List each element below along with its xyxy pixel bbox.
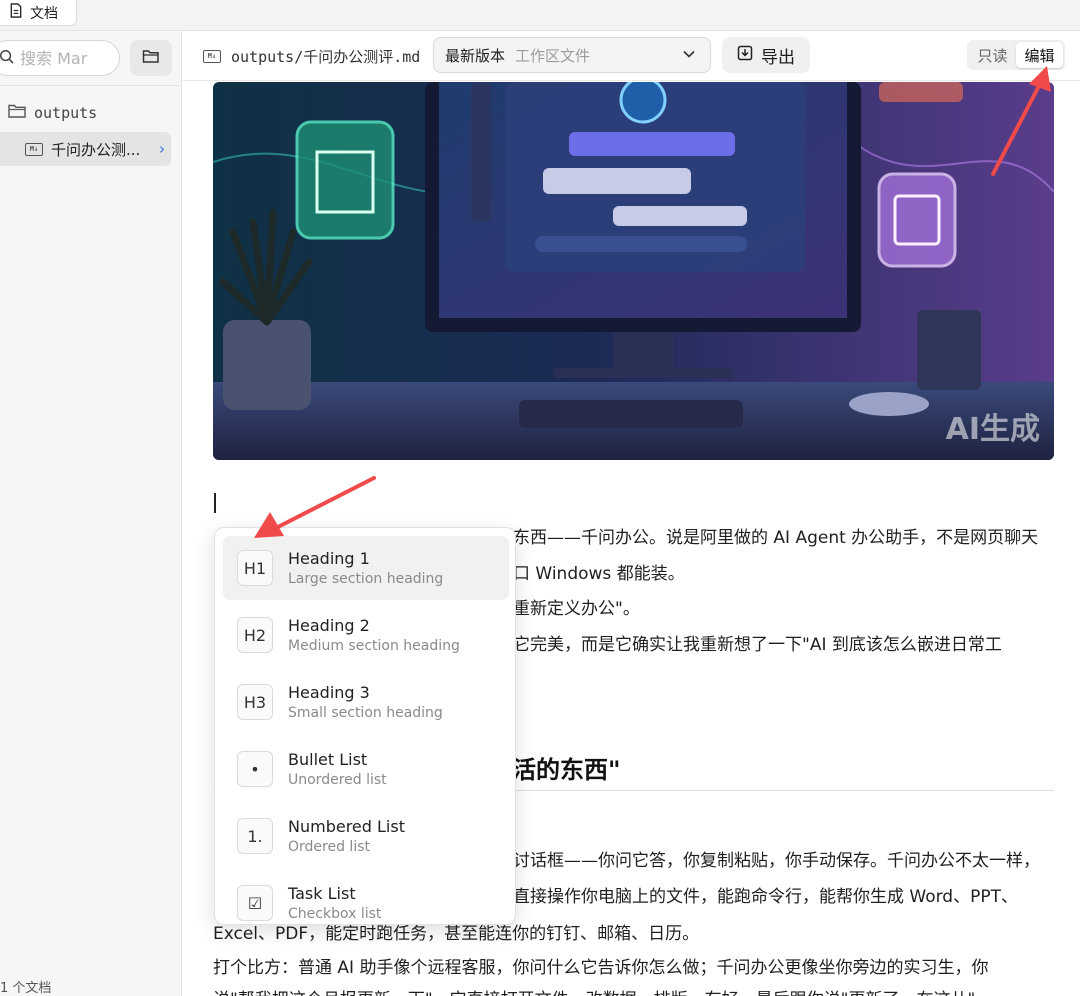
- folder-open-icon: [142, 48, 160, 68]
- menu-item-title: Task List: [288, 884, 356, 903]
- version-label: 最新版本: [445, 46, 506, 65]
- folder-label: outputs: [34, 104, 98, 122]
- hero-image: AI生成: [213, 82, 1054, 460]
- mode-edit-button[interactable]: 编辑: [1016, 42, 1063, 68]
- heading-2-icon: H2: [237, 617, 273, 653]
- chevron-right-icon: ›: [159, 140, 165, 158]
- menu-item-title: Heading 1: [288, 549, 370, 568]
- paragraph-line: 东西——千问办公。说是阿里做的 AI Agent 办公助手，不是网页聊天: [513, 528, 1039, 548]
- file-label: 千问办公测...: [51, 140, 141, 159]
- numbered-list-icon: 1.: [237, 818, 273, 854]
- paragraph-line: 直接操作你电脑上的文件，能跑命令行，能帮你生成 Word、PPT、: [513, 887, 1018, 907]
- menu-item-heading-2[interactable]: H2 Heading 2 Medium section heading: [223, 603, 509, 667]
- tab-documents[interactable]: 文档: [0, 0, 77, 26]
- paragraph-line: 讨话框——你问它答，你复制粘贴，你手动保存。千问办公不太一样，: [513, 851, 1040, 871]
- heading-3-icon: H3: [237, 684, 273, 720]
- export-icon: [737, 45, 753, 66]
- paragraph-line: Excel、PDF，能定时跑任务，甚至能连你的钉钉、邮箱、日历。: [213, 924, 700, 944]
- menu-item-description: Unordered list: [288, 772, 387, 788]
- tab-strip: 文档: [0, 0, 1080, 31]
- sidebar-divider: [0, 85, 182, 86]
- mode-read-button[interactable]: 只读: [969, 42, 1016, 68]
- menu-item-numbered-list[interactable]: 1. Numbered List Ordered list: [223, 804, 509, 868]
- heading-1-icon: H1: [237, 550, 273, 586]
- paragraph-line: 口 Windows 都能装。: [513, 564, 685, 584]
- text-cursor: [214, 493, 216, 513]
- search-icon: [0, 49, 14, 68]
- export-button[interactable]: 导出: [722, 37, 810, 73]
- search-box[interactable]: [0, 40, 120, 76]
- editor-header: M↓ outputs/千问办公测评.md 最新版本 工作区文件 导出 只读 编辑: [183, 31, 1080, 81]
- tree-folder-outputs[interactable]: outputs: [8, 104, 97, 122]
- bullet-list-icon: •: [237, 751, 273, 787]
- menu-item-description: Small section heading: [288, 705, 443, 721]
- menu-item-title: Bullet List: [288, 750, 368, 769]
- search-input[interactable]: [20, 48, 110, 68]
- file-path: M↓ outputs/千问办公测评.md: [203, 46, 420, 67]
- file-path-text: outputs/千问办公测评.md: [231, 48, 421, 66]
- paragraph-line: 它完美，而是它确实让我重新想了一下"AI 到底该怎么嵌进日常工: [513, 635, 1002, 655]
- folder-icon: [8, 104, 26, 122]
- menu-item-heading-3[interactable]: H3 Heading 3 Small section heading: [223, 670, 509, 734]
- tree-file-item[interactable]: M↓ 千问办公测... ›: [0, 132, 171, 166]
- open-folder-button[interactable]: [130, 40, 172, 76]
- mode-toggle: 只读 编辑: [967, 40, 1065, 70]
- ai-generated-watermark: AI生成: [945, 412, 1040, 447]
- document-count: 1 个文档: [0, 981, 52, 996]
- menu-item-description: Checkbox list: [288, 906, 382, 922]
- menu-item-title: Heading 2: [288, 616, 370, 635]
- menu-item-task-list[interactable]: ☑ Task List Checkbox list: [223, 871, 509, 924]
- chevron-down-icon: [682, 47, 696, 65]
- export-label: 导出: [761, 47, 795, 68]
- menu-item-heading-1[interactable]: H1 Heading 1 Large section heading: [223, 536, 509, 600]
- checkbox-icon: ☑: [237, 885, 273, 921]
- document-icon: [9, 3, 23, 22]
- menu-item-bullet-list[interactable]: • Bullet List Unordered list: [223, 737, 509, 801]
- version-sub-label: 工作区文件: [515, 46, 591, 65]
- paragraph-line: 打个比方：普通 AI 助手像个远程客服，你问什么它告诉你怎么做；千问办公更像坐你…: [213, 958, 989, 978]
- office-desk-illustration: [213, 82, 1054, 460]
- markdown-file-icon: M↓: [203, 50, 221, 63]
- menu-item-description: Large section heading: [288, 571, 444, 587]
- paragraph-line: 重新定义办公"。: [513, 599, 640, 619]
- menu-item-title: Numbered List: [288, 817, 405, 836]
- menu-item-description: Ordered list: [288, 839, 370, 855]
- version-select[interactable]: 最新版本 工作区文件: [433, 37, 711, 73]
- slash-command-menu: H1 Heading 1 Large section heading H2 He…: [214, 527, 516, 925]
- menu-item-title: Heading 3: [288, 683, 370, 702]
- paragraph-line: 说"帮我把这个月报更新一下"，它直接打开文件、改数据、排版、存好，最后跟你说"更…: [213, 988, 975, 996]
- menu-item-description: Medium section heading: [288, 638, 460, 654]
- sidebar: outputs M↓ 千问办公测... › 1 个文档: [0, 31, 182, 996]
- tab-label: 文档: [30, 5, 58, 22]
- markdown-file-icon: M↓: [25, 142, 43, 156]
